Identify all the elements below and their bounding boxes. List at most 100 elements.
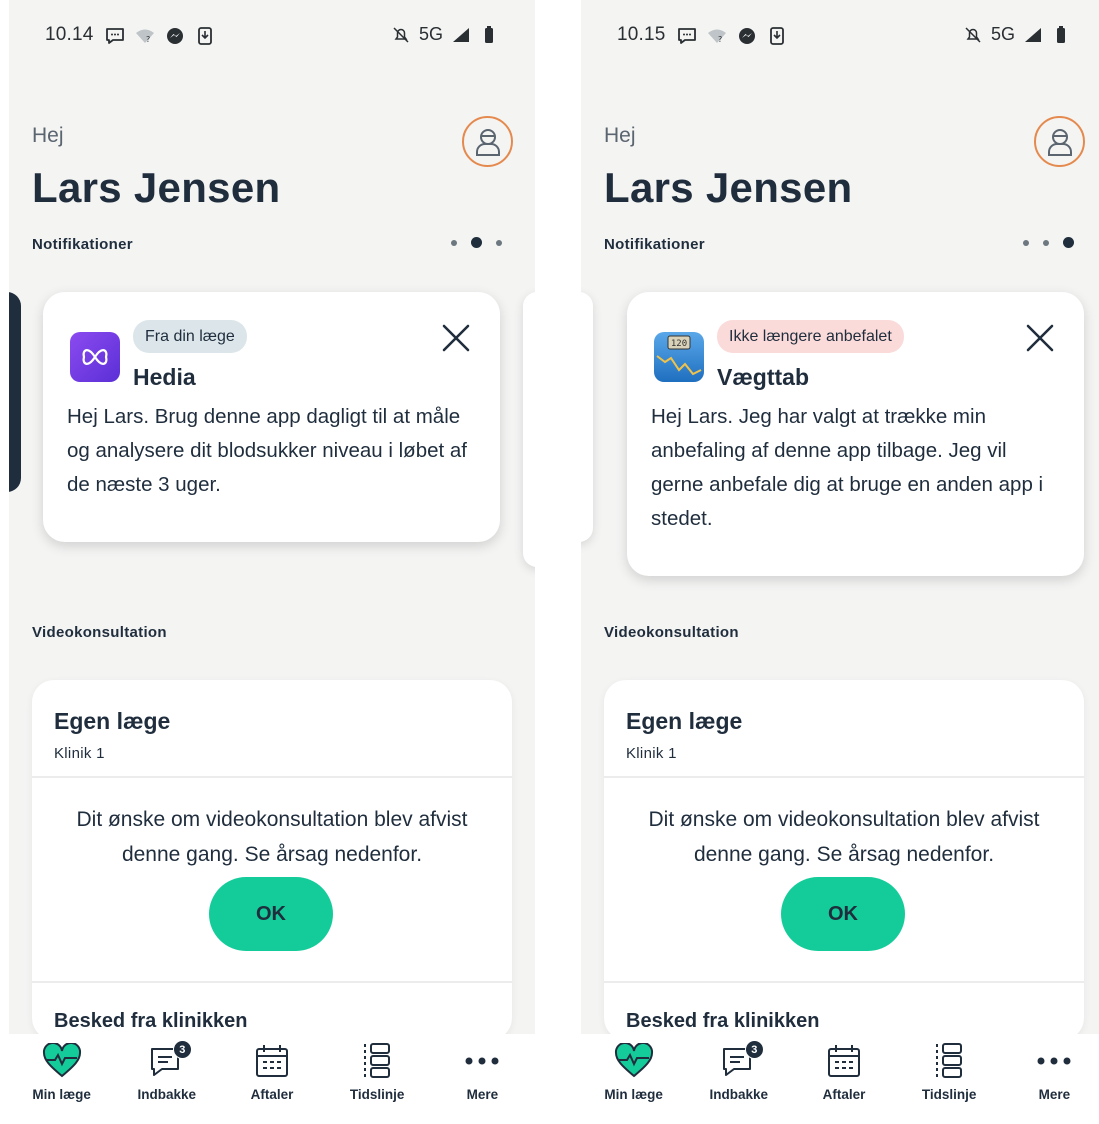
nav-label: Aftaler <box>822 1087 866 1102</box>
inbox-badge: 3 <box>744 1040 764 1059</box>
svg-text:?: ? <box>718 35 722 44</box>
pager-dot-1[interactable] <box>451 239 457 246</box>
messenger-icon <box>737 26 757 46</box>
close-icon <box>1026 324 1054 352</box>
nav-label: Min læge <box>32 1087 91 1102</box>
nav-item-tidslinje[interactable]: Tidslinje <box>327 1040 427 1114</box>
messenger-icon <box>165 26 185 46</box>
user-name: Lars Jensen <box>604 164 853 211</box>
download-icon <box>195 26 215 46</box>
svg-text:120: 120 <box>671 339 687 349</box>
ok-button[interactable]: OK <box>781 877 905 951</box>
nav-label: Mere <box>1038 1087 1071 1102</box>
notification-card: Fra din læge Hedia Hej Lars. Brug denne … <box>43 292 500 542</box>
divider <box>604 981 1084 983</box>
status-time: 10.15 <box>617 24 666 45</box>
notification-app-name: Vægttab <box>717 364 809 390</box>
profile-avatar-button[interactable] <box>1034 116 1085 167</box>
scale-app-icon[interactable]: 120 <box>654 332 704 382</box>
sms-icon <box>105 26 125 46</box>
nav-item-min-laege[interactable]: Min læge <box>12 1040 112 1114</box>
nav-item-mere[interactable]: Mere <box>1004 1040 1099 1114</box>
mute-icon <box>391 25 411 45</box>
nav-label: Indbakke <box>709 1087 769 1102</box>
notification-card: 120 Ikke længere anbefalet Vægttab Hej L… <box>627 292 1084 576</box>
battery-icon <box>479 25 499 45</box>
network-label: 5G <box>990 24 1015 44</box>
calendar-icon <box>827 1045 860 1077</box>
network-label: 5G <box>418 24 443 44</box>
notification-app-name: Hedia <box>133 364 196 390</box>
video-section-title: Videokonsultation <box>32 624 167 641</box>
consultation-message: Dit ønske om videokonsultation blev afvi… <box>76 808 468 866</box>
pager-dot-3[interactable] <box>496 239 502 246</box>
timeline-icon <box>364 1043 391 1078</box>
nav-item-min-laege[interactable]: Min læge <box>584 1040 684 1114</box>
divider <box>32 776 512 778</box>
clinic-name: Klinik 1 <box>54 745 105 762</box>
notification-tag: Fra din læge <box>133 320 247 353</box>
clinic-message-title: Besked fra klinikken <box>626 1010 820 1032</box>
video-consultation-card: Egen læge Klinik 1 Dit ønske om videokon… <box>32 680 512 1040</box>
inbox-badge: 3 <box>172 1040 192 1059</box>
status-time: 10.14 <box>45 24 94 45</box>
nav-label: Tidslinje <box>349 1087 405 1102</box>
close-notification-button[interactable] <box>1024 322 1056 354</box>
mute-icon <box>963 25 983 45</box>
nav-item-tidslinje[interactable]: Tidslinje <box>899 1040 999 1114</box>
bottom-navigation: Min læge 3 Indbakke Aftaler Tidslinje Me… <box>9 1034 535 1114</box>
nav-label: Aftaler <box>250 1087 294 1102</box>
video-section-title: Videokonsultation <box>604 624 739 641</box>
divider <box>32 981 512 983</box>
nav-label: Mere <box>466 1087 499 1102</box>
status-bar: 10.14 ? 5G <box>9 20 535 52</box>
signal-icon <box>451 25 471 45</box>
nav-label: Indbakke <box>137 1087 197 1102</box>
pager-dot-3-active[interactable] <box>1063 237 1074 248</box>
consultation-message: Dit ønske om videokonsultation blev afvi… <box>648 808 1040 866</box>
doctor-title: Egen læge <box>626 708 743 734</box>
phone-screen-1: 10.14 ? 5G Hej Lars Jensen Notifikatione… <box>9 0 535 1124</box>
bottom-navigation: Min læge 3 Indbakke Aftaler Tidslinje Me… <box>581 1034 1099 1114</box>
notification-pager[interactable] <box>1023 237 1074 248</box>
heart-pulse-icon <box>614 1043 653 1078</box>
status-bar: 10.15 ? 5G <box>581 20 1099 52</box>
doctor-title: Egen læge <box>54 708 171 734</box>
pager-dot-2[interactable] <box>1043 239 1049 246</box>
next-notification-card[interactable] <box>523 292 535 567</box>
pager-dot-2-active[interactable] <box>471 237 482 248</box>
ok-button[interactable]: OK <box>209 877 333 951</box>
previous-notification-card[interactable] <box>581 292 593 542</box>
greeting: Hej <box>32 124 64 147</box>
nav-item-indbakke[interactable]: 3 Indbakke <box>117 1040 217 1114</box>
profile-avatar-button[interactable] <box>462 116 513 167</box>
notifications-section-title: Notifikationer <box>604 236 705 253</box>
greeting: Hej <box>604 124 636 147</box>
close-notification-button[interactable] <box>440 322 472 354</box>
user-icon <box>475 128 500 156</box>
notification-pager[interactable] <box>451 237 502 248</box>
battery-icon <box>1051 25 1071 45</box>
svg-text:?: ? <box>146 35 150 44</box>
phone-screen-2: 10.15 ? 5G Hej Lars Jensen Notifikatione… <box>581 0 1099 1124</box>
nav-label: Min læge <box>604 1087 663 1102</box>
user-name: Lars Jensen <box>32 164 281 211</box>
nav-item-mere[interactable]: Mere <box>432 1040 532 1114</box>
nav-item-indbakke[interactable]: 3 Indbakke <box>689 1040 789 1114</box>
notification-text: Hej Lars. Jeg har valgt at trække min an… <box>651 405 1044 530</box>
notification-tag: Ikke længere anbefalet <box>717 320 904 353</box>
nav-item-aftaler[interactable]: Aftaler <box>794 1040 894 1114</box>
pager-dot-1[interactable] <box>1023 239 1029 246</box>
clinic-message-title: Besked fra klinikken <box>54 1010 248 1032</box>
close-icon <box>442 324 470 352</box>
signal-icon <box>1023 25 1043 45</box>
more-icon <box>1037 1057 1071 1065</box>
more-icon <box>465 1057 499 1065</box>
download-icon <box>767 26 787 46</box>
sms-icon <box>677 26 697 46</box>
nav-item-aftaler[interactable]: Aftaler <box>222 1040 322 1114</box>
clinic-name: Klinik 1 <box>626 745 677 762</box>
hedia-app-icon[interactable] <box>70 332 120 382</box>
previous-notification-card[interactable] <box>9 292 21 492</box>
notifications-section-title: Notifikationer <box>32 236 133 253</box>
